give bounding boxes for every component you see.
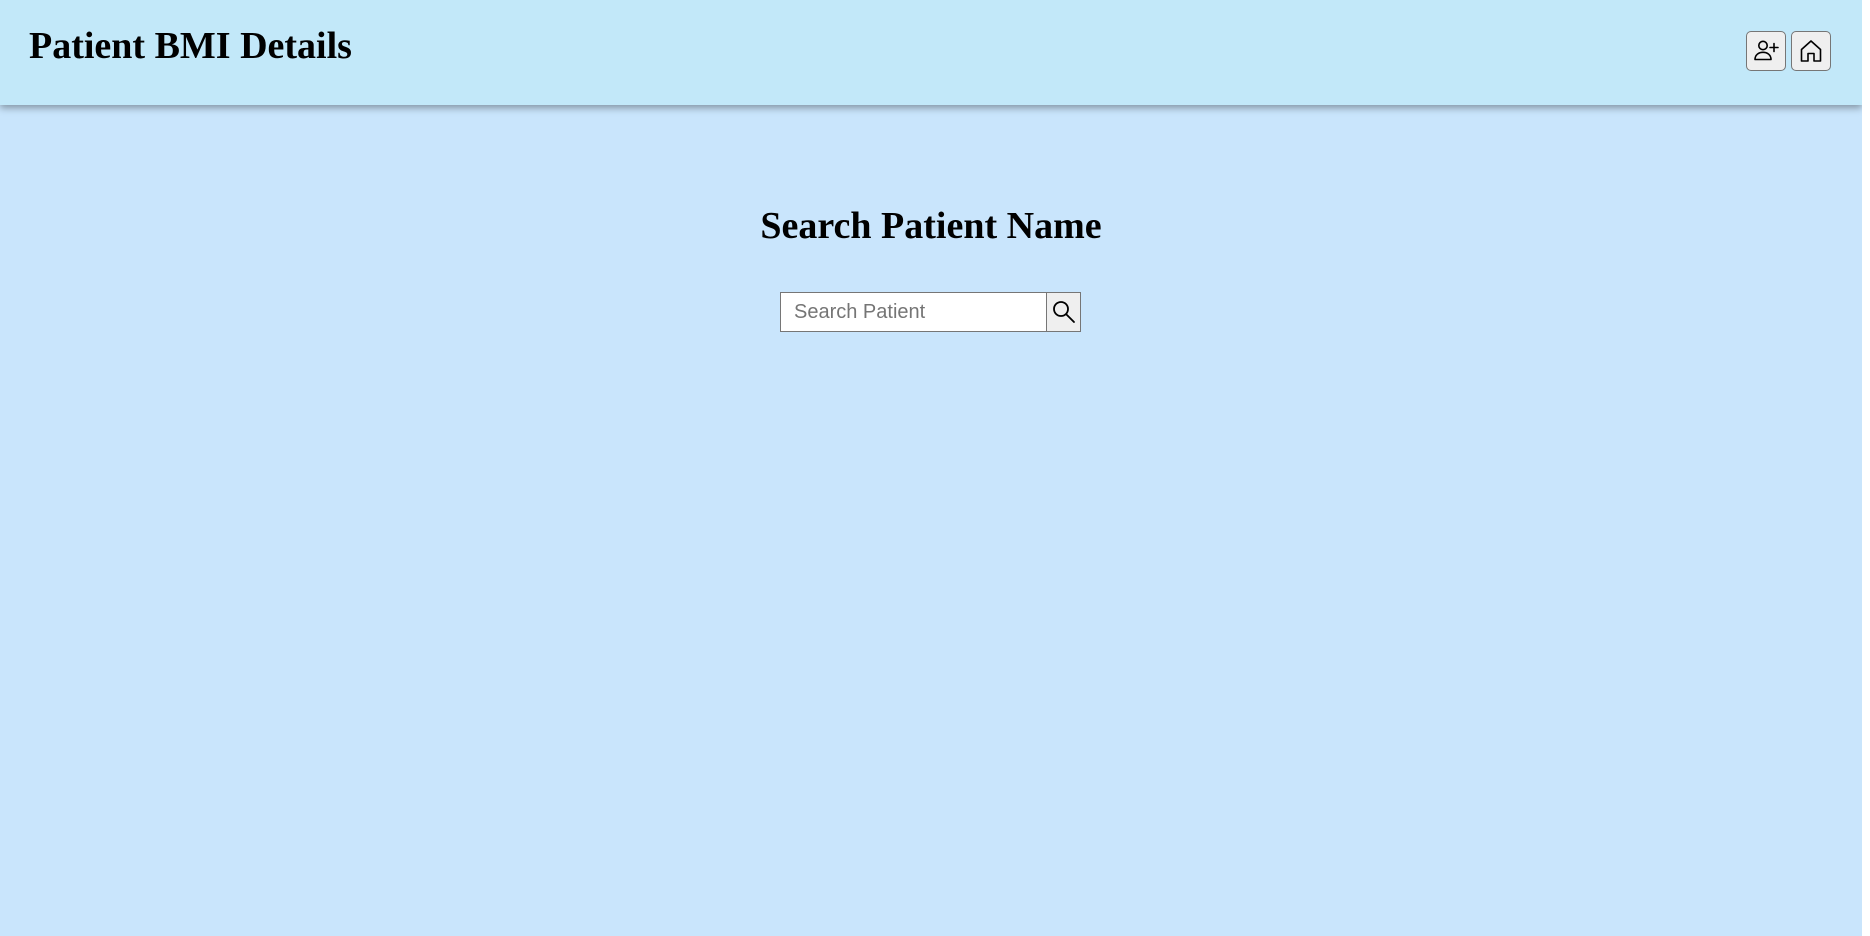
window-scrollbar [1862,0,1870,936]
search-button[interactable] [1046,292,1081,332]
search-icon [1051,293,1077,325]
house-icon [1797,37,1825,65]
home-button[interactable] [1791,31,1831,71]
add-patient-button[interactable] [1746,31,1786,71]
app-title: Patient BMI Details [29,25,352,67]
search-heading: Search Patient Name [760,205,1102,247]
person-plus-icon [1752,37,1780,65]
app-header: Patient BMI Details [0,0,1862,105]
search-input[interactable] [780,292,1046,332]
search-bar [780,292,1081,332]
main-content: Search Patient Name [0,105,1862,332]
page: Patient BMI Details Search Patient Name [0,0,1862,936]
